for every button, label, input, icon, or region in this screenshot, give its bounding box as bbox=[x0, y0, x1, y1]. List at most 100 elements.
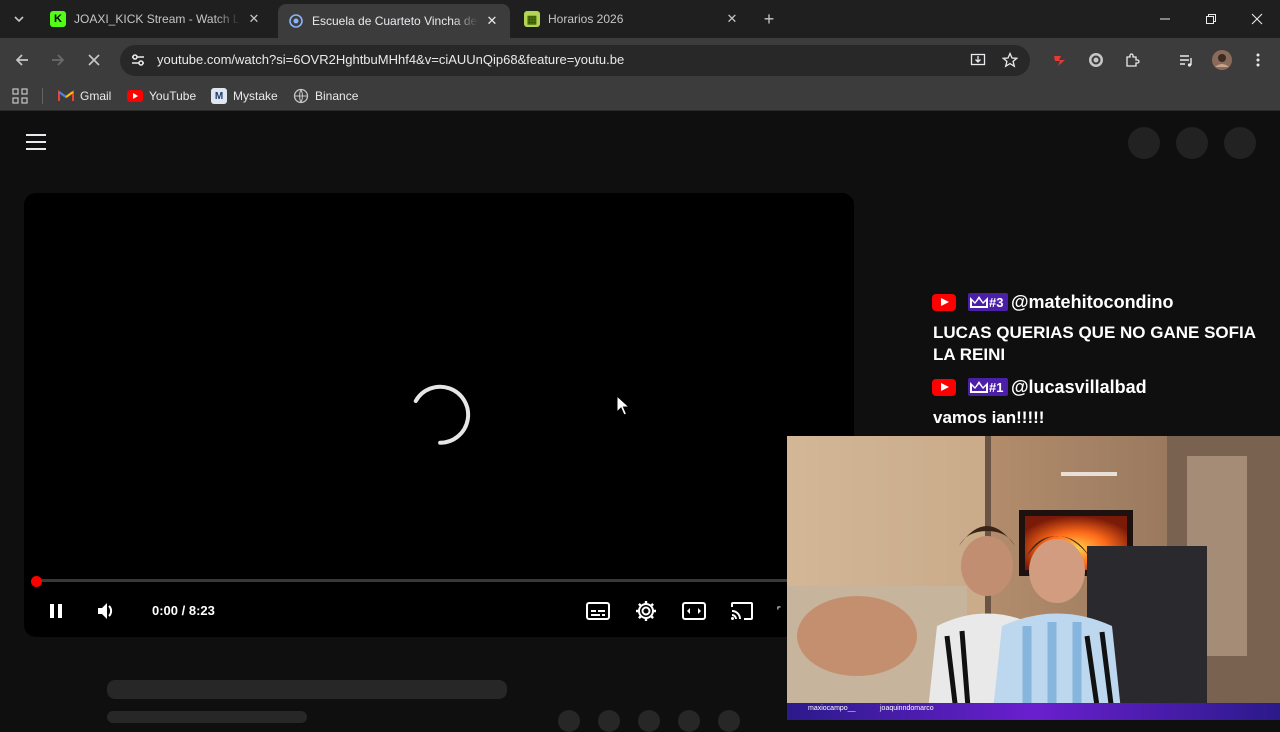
bookmark-label: YouTube bbox=[149, 89, 197, 103]
loading-spinner-icon bbox=[413, 384, 471, 445]
menu-icon-line bbox=[26, 141, 46, 143]
webcam-scene bbox=[787, 436, 1280, 720]
kick-icon: K bbox=[50, 11, 66, 27]
back-button[interactable] bbox=[10, 48, 34, 72]
close-icon bbox=[88, 54, 100, 66]
time-display: 0:00 / 8:23 bbox=[152, 603, 215, 618]
chat-message: LUCAS QUERIAS QUE NO GANE SOFIA LA REINI bbox=[933, 323, 1256, 364]
fullscreen-button[interactable] bbox=[777, 598, 787, 624]
guide-menu-button[interactable] bbox=[26, 134, 46, 150]
youtube-icon bbox=[932, 379, 956, 396]
action-skeleton-5 bbox=[718, 710, 740, 732]
rank-label: #3 bbox=[989, 294, 1004, 310]
tab-search-button[interactable] bbox=[8, 8, 30, 30]
star-icon bbox=[1002, 52, 1018, 68]
binance-icon bbox=[293, 88, 309, 104]
tab-horarios[interactable]: ▦ Horarios 2026 ✕ bbox=[514, 4, 750, 34]
action-skeleton-3 bbox=[638, 710, 660, 732]
mouse-cursor-icon bbox=[616, 395, 630, 416]
extensions-button[interactable] bbox=[1120, 48, 1144, 72]
bookmark-mystake[interactable]: M Mystake bbox=[211, 88, 278, 104]
theater-icon bbox=[682, 602, 706, 620]
bookmark-gmail[interactable]: Gmail bbox=[58, 88, 111, 104]
url-text[interactable]: youtube.com/watch?si=6OVR2HghtbuMHhf4&v=… bbox=[157, 52, 624, 67]
avatar-icon bbox=[1212, 50, 1232, 70]
arrow-right-icon bbox=[52, 54, 65, 66]
header-placeholder-1 bbox=[1128, 127, 1160, 159]
tab-kick[interactable]: K JOAXI_KICK Stream - Watch Live on Kick… bbox=[40, 4, 272, 34]
sheets-icon: ▦ bbox=[524, 11, 540, 27]
chevron-down-icon bbox=[14, 16, 24, 23]
bookmark-binance[interactable]: Binance bbox=[293, 88, 358, 104]
pause-button[interactable] bbox=[43, 598, 69, 624]
bookmark-label: Binance bbox=[315, 89, 359, 103]
header-placeholder-2 bbox=[1176, 127, 1208, 159]
site-info-icon[interactable] bbox=[128, 50, 148, 70]
pause-icon bbox=[50, 604, 62, 618]
channel-skeleton bbox=[107, 711, 307, 723]
stop-loading-button[interactable] bbox=[82, 48, 106, 72]
close-icon[interactable]: ✕ bbox=[724, 11, 740, 27]
tab-title: Horarios 2026 bbox=[548, 12, 624, 26]
subtitles-button[interactable] bbox=[585, 598, 611, 624]
rank-label: #1 bbox=[989, 379, 1004, 395]
tab-title: JOAXI_KICK Stream - Watch Live on Kick bbox=[74, 12, 240, 26]
progress-bar[interactable] bbox=[36, 579, 806, 582]
bookmark-label: Mystake bbox=[233, 89, 278, 103]
close-icon[interactable]: ✕ bbox=[484, 13, 500, 29]
rank-badge: #3 bbox=[968, 293, 1008, 311]
install-icon bbox=[970, 53, 986, 66]
volume-icon bbox=[98, 603, 113, 619]
settings-button[interactable] bbox=[633, 598, 659, 624]
action-skeleton-2 bbox=[598, 710, 620, 732]
close-window-button[interactable] bbox=[1234, 0, 1280, 38]
bookmark-label: Gmail bbox=[80, 89, 112, 103]
action-skeleton-4 bbox=[678, 710, 700, 732]
webcam-name: maxiocampo__ bbox=[808, 705, 856, 712]
bookmark-star-button[interactable] bbox=[998, 48, 1022, 72]
minimize-button[interactable] bbox=[1142, 0, 1188, 38]
rank-badge: #1 bbox=[968, 378, 1008, 396]
bookmarks-divider bbox=[42, 88, 43, 104]
grammarly-button[interactable] bbox=[1084, 48, 1108, 72]
youtube-icon bbox=[127, 88, 143, 104]
theater-mode-button[interactable] bbox=[681, 598, 707, 624]
media-queue-icon bbox=[1180, 55, 1192, 67]
cast-button[interactable] bbox=[729, 598, 755, 624]
menu-icon bbox=[26, 134, 46, 136]
title-skeleton bbox=[107, 680, 507, 699]
chat-username: @lucasvillalbad bbox=[1011, 377, 1147, 397]
tab-title: Escuela de Cuarteto Vincha de Oro bbox=[312, 14, 478, 28]
volume-button[interactable] bbox=[93, 598, 119, 624]
chat-message: vamos ian!!!!! bbox=[933, 408, 1045, 427]
bookmark-youtube[interactable]: YouTube bbox=[127, 88, 196, 104]
crown-icon bbox=[970, 296, 988, 308]
header-placeholder-3 bbox=[1224, 127, 1256, 159]
webcam-name: joaquinndomarco bbox=[880, 705, 934, 712]
subtitles-icon bbox=[586, 602, 610, 620]
more-vert-icon bbox=[1256, 53, 1260, 67]
youtube-icon bbox=[932, 294, 956, 311]
extension-red-button[interactable] bbox=[1048, 48, 1072, 72]
new-tab-button[interactable]: + bbox=[758, 8, 780, 30]
webcam-feed bbox=[787, 436, 1280, 720]
webcam-name-bar bbox=[787, 703, 1280, 720]
profile-avatar[interactable] bbox=[1210, 48, 1234, 72]
scrubber-handle[interactable] bbox=[31, 576, 42, 587]
media-controls-button[interactable] bbox=[1174, 48, 1198, 72]
tab-youtube[interactable]: Escuela de Cuarteto Vincha de Oro ✕ bbox=[278, 4, 510, 38]
apps-grid-icon bbox=[12, 88, 28, 104]
close-icon[interactable]: ✕ bbox=[246, 11, 262, 27]
action-skeleton-1 bbox=[558, 710, 580, 732]
fullscreen-icon bbox=[777, 606, 781, 610]
gmail-icon bbox=[58, 88, 74, 104]
close-icon bbox=[1251, 13, 1263, 25]
chrome-menu-button[interactable] bbox=[1246, 48, 1270, 72]
mystake-icon: M bbox=[211, 88, 227, 104]
chat-username: @matehitocondino bbox=[1011, 292, 1174, 312]
restore-button[interactable] bbox=[1188, 0, 1234, 38]
forward-button[interactable] bbox=[46, 48, 70, 72]
apps-button[interactable] bbox=[12, 88, 28, 104]
menu-icon-line bbox=[26, 148, 46, 150]
install-app-button[interactable] bbox=[966, 48, 990, 72]
